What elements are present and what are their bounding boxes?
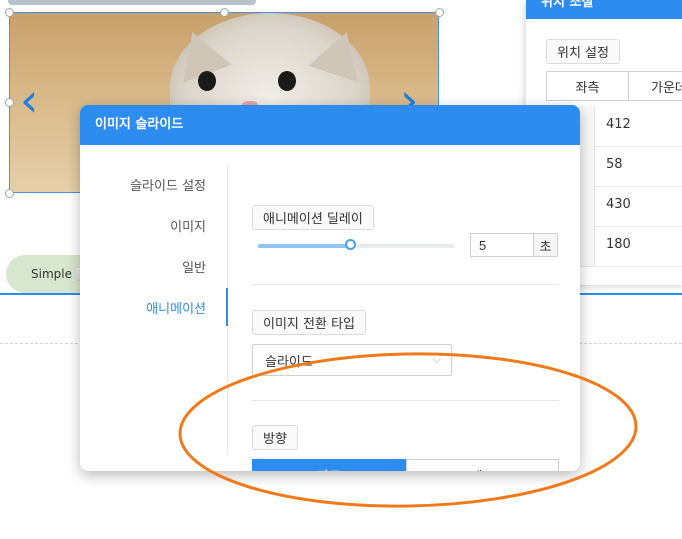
transition-type-label: 이미지 전환 타입 [252,310,366,335]
position-section-label: 위치 설정 [546,39,620,64]
resize-handle-top-left[interactable] [5,8,14,17]
transition-type-value: 슬라이드 [265,354,313,370]
direction-vertical-button[interactable]: 세로 [406,459,559,471]
canvas-top-bar [8,0,256,5]
resize-handle-top-right[interactable] [435,8,444,17]
direction-horizontal-label: 가로 [317,466,341,472]
delay-slider-handle[interactable] [345,239,356,250]
cat-ear-right [308,24,372,82]
image-slide-dialog: 이미지 슬라이드 슬라이드 설정 이미지 일반 애니메이션 애니메이션 딜레이 … [80,105,580,471]
delay-number-field[interactable]: 초 [470,233,558,257]
position-width-value[interactable]: 430 [606,197,631,212]
nav-item-slide-settings[interactable]: 슬라이드 설정 [130,175,206,194]
resize-handle-left[interactable] [5,98,14,107]
delay-slider[interactable] [258,239,454,250]
chevron-down-icon: ⌵ [432,353,441,366]
nav-item-animation[interactable]: 애니메이션 [146,298,206,317]
position-y-value[interactable]: 58 [606,157,623,172]
direction-label: 방향 [252,425,298,450]
resize-handle-bottom-left[interactable] [5,189,14,198]
position-x-value[interactable]: 412 [606,117,631,132]
direction-horizontal-button[interactable]: 가로 [252,459,406,471]
dialog-side-nav: 슬라이드 설정 이미지 일반 애니메이션 [80,145,228,471]
transition-type-select[interactable]: 슬라이드 ⌵ [252,344,452,376]
direction-vertical-label: 세로 [471,466,495,472]
slide-prev-arrow-icon[interactable]: ‹ [20,77,38,123]
position-panel-header: 위치 조절 [526,0,682,19]
align-center-button[interactable]: 가운데 [628,71,682,101]
align-center-label: 가운데 [651,80,682,96]
cat-eye-right [278,71,296,91]
nav-item-image[interactable]: 이미지 [170,216,206,235]
delay-unit: 초 [533,234,557,256]
nav-item-general[interactable]: 일반 [182,257,206,276]
dialog-title: 이미지 슬라이드 [80,105,580,145]
section-divider [252,400,559,401]
position-height-value[interactable]: 180 [606,237,631,252]
delay-slider-fill [258,244,350,248]
cat-eye-left [198,71,216,91]
delay-input[interactable] [471,234,533,256]
nav-active-indicator [226,288,228,326]
align-left-label: 좌측 [575,80,600,96]
align-left-button[interactable]: 좌측 [546,71,629,101]
resize-handle-top[interactable] [220,8,229,17]
section-divider [252,284,559,285]
delay-label: 애니메이션 딜레이 [252,205,374,230]
